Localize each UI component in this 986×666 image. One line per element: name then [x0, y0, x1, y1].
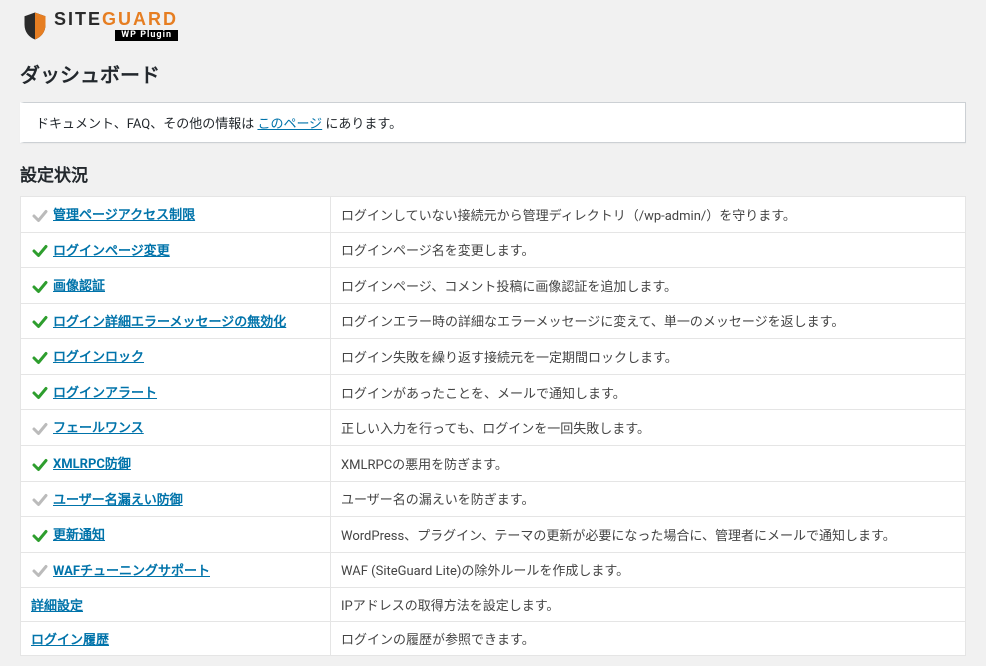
table-row: WAFチューニングサポート WAF (SiteGuard Lite)の除外ルールを…: [21, 552, 966, 588]
table-row: ログインページ変更 ログインページ名を変更します。: [21, 232, 966, 268]
feature-label-cell: 画像認証: [21, 268, 331, 304]
feature-label-cell: ログインアラート: [21, 374, 331, 410]
info-prefix: ドキュメント、FAQ、その他の情報は: [36, 117, 257, 132]
feature-link[interactable]: ログインアラート: [53, 386, 157, 401]
feature-label-cell: XMLRPC防御: [21, 445, 331, 481]
feature-description: WordPress、プラグイン、テーマの更新が必要になった場合に、管理者にメール…: [331, 517, 966, 553]
feature-link[interactable]: ログインページ変更: [53, 244, 170, 259]
feature-label-cell: ユーザー名漏えい防御: [21, 481, 331, 517]
check-enabled-icon: [31, 527, 49, 545]
table-row: 管理ページアクセス制限 ログインしていない接続元から管理ディレクトリ（/wp-ad…: [21, 197, 966, 233]
check-disabled-icon: [31, 420, 49, 438]
check-enabled-icon: [31, 278, 49, 296]
table-row: フェールワンス 正しい入力を行っても、ログインを一回失敗します。: [21, 410, 966, 446]
feature-description: ログインページ名を変更します。: [331, 232, 966, 268]
feature-description: XMLRPCの悪用を防ぎます。: [331, 445, 966, 481]
table-row: ユーザー名漏えい防御 ユーザー名の漏えいを防ぎます。: [21, 481, 966, 517]
section-title: 設定状況: [20, 161, 966, 186]
table-row: 画像認証 ログインページ、コメント投稿に画像認証を追加します。: [21, 268, 966, 304]
feature-link[interactable]: ユーザー名漏えい防御: [53, 493, 183, 508]
table-row: ログイン詳細エラーメッセージの無効化 ログインエラー時の詳細なエラーメッセージに変…: [21, 303, 966, 339]
feature-label-cell: ログイン詳細エラーメッセージの無効化: [21, 303, 331, 339]
feature-link[interactable]: WAFチューニングサポート: [53, 564, 210, 579]
table-row: 更新通知 WordPress、プラグイン、テーマの更新が必要になった場合に、管理者…: [21, 517, 966, 553]
page-title: ダッシュボード: [20, 59, 966, 88]
feature-link[interactable]: フェールワンス: [53, 421, 144, 436]
feature-description: 正しい入力を行っても、ログインを一回失敗します。: [331, 410, 966, 446]
feature-link[interactable]: ログインロック: [53, 350, 144, 365]
table-row: ログインロック ログイン失敗を繰り返す接続元を一定期間ロックします。: [21, 339, 966, 375]
check-disabled-icon: [31, 491, 49, 509]
brand-subtitle: WP Plugin: [115, 30, 178, 41]
feature-description: ログインがあったことを、メールで通知します。: [331, 374, 966, 410]
feature-link[interactable]: ログイン詳細エラーメッセージの無効化: [53, 315, 286, 330]
info-suffix: にあります。: [322, 117, 402, 132]
table-row: ログイン履歴 ログインの履歴が参照できます。: [21, 622, 966, 656]
feature-label-cell: フェールワンス: [21, 410, 331, 446]
feature-link[interactable]: XMLRPC防御: [53, 457, 131, 472]
brand-logo: SITEGUARD WP Plugin: [20, 10, 966, 41]
feature-label-cell: ログインページ変更: [21, 232, 331, 268]
feature-description: IPアドレスの取得方法を設定します。: [331, 588, 966, 622]
brand-name: SITEGUARD: [54, 10, 178, 28]
feature-label-cell: ログインロック: [21, 339, 331, 375]
table-row: XMLRPC防御 XMLRPCの悪用を防ぎます。: [21, 445, 966, 481]
check-enabled-icon: [31, 456, 49, 474]
info-link[interactable]: このページ: [257, 117, 322, 132]
check-disabled-icon: [31, 562, 49, 580]
feature-description: ユーザー名の漏えいを防ぎます。: [331, 481, 966, 517]
shield-icon: [20, 11, 50, 41]
feature-link[interactable]: 更新通知: [53, 528, 105, 543]
feature-label-cell: WAFチューニングサポート: [21, 552, 331, 588]
feature-description: ログインエラー時の詳細なエラーメッセージに変えて、単一のメッセージを返します。: [331, 303, 966, 339]
table-row: ログインアラート ログインがあったことを、メールで通知します。: [21, 374, 966, 410]
settings-table: 管理ページアクセス制限 ログインしていない接続元から管理ディレクトリ（/wp-ad…: [20, 196, 966, 656]
feature-label-cell: ログイン履歴: [21, 622, 331, 656]
feature-link[interactable]: 管理ページアクセス制限: [53, 208, 195, 223]
feature-link[interactable]: 画像認証: [53, 279, 105, 294]
check-disabled-icon: [31, 207, 49, 225]
feature-description: ログインの履歴が参照できます。: [331, 622, 966, 656]
check-enabled-icon: [31, 313, 49, 331]
check-enabled-icon: [31, 384, 49, 402]
feature-description: ログインしていない接続元から管理ディレクトリ（/wp-admin/）を守ります。: [331, 197, 966, 233]
table-row: 詳細設定 IPアドレスの取得方法を設定します。: [21, 588, 966, 622]
feature-label-cell: 詳細設定: [21, 588, 331, 622]
feature-link[interactable]: ログイン履歴: [31, 633, 109, 648]
feature-label-cell: 管理ページアクセス制限: [21, 197, 331, 233]
feature-link[interactable]: 詳細設定: [31, 599, 83, 614]
feature-label-cell: 更新通知: [21, 517, 331, 553]
feature-description: WAF (SiteGuard Lite)の除外ルールを作成します。: [331, 552, 966, 588]
feature-description: ログインページ、コメント投稿に画像認証を追加します。: [331, 268, 966, 304]
check-enabled-icon: [31, 349, 49, 367]
check-enabled-icon: [31, 242, 49, 260]
info-notice: ドキュメント、FAQ、その他の情報は このページ にあります。: [20, 102, 966, 143]
feature-description: ログイン失敗を繰り返す接続元を一定期間ロックします。: [331, 339, 966, 375]
